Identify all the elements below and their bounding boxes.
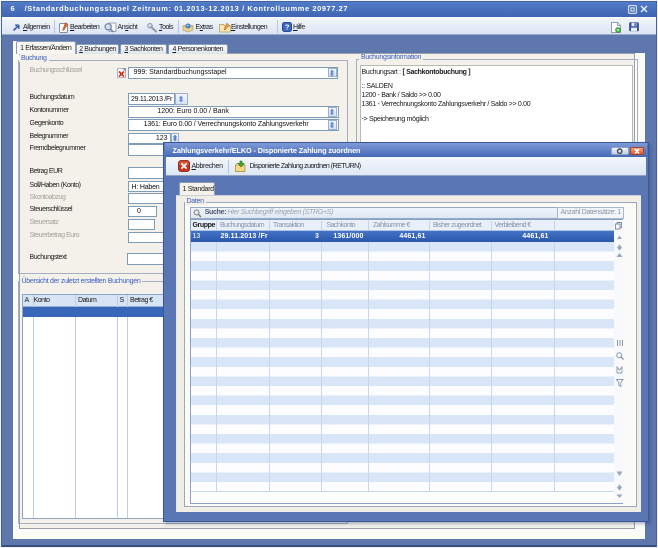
svg-text:?: ? — [285, 23, 290, 32]
